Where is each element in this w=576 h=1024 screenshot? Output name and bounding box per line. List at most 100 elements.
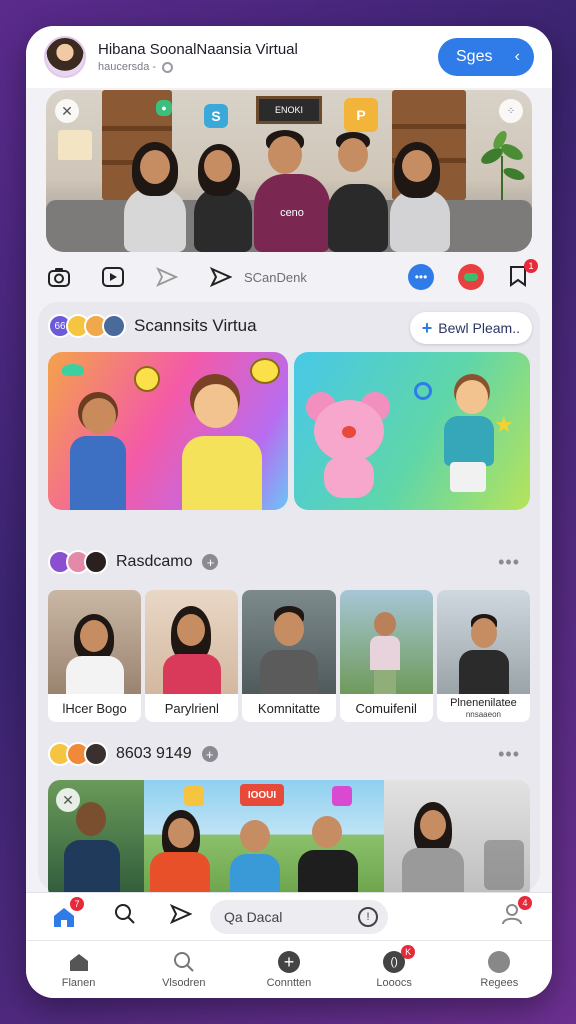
profile-avatar[interactable] [44, 36, 86, 78]
app-icon-p: P [344, 98, 378, 132]
close-icon[interactable]: ✕ [55, 99, 79, 123]
more-dots-icon[interactable]: ⁘ [499, 99, 523, 123]
person-card[interactable]: Parylrienl [145, 590, 239, 722]
face [470, 618, 497, 648]
boy-3-pants [450, 462, 486, 492]
bookmark-icon[interactable]: 1 [508, 259, 538, 289]
person-photo [242, 590, 336, 694]
home-button[interactable]: 7 [44, 896, 84, 935]
person-5 [390, 190, 450, 252]
person-card-label: Komnitatte [257, 700, 321, 716]
person-photo [145, 590, 239, 694]
photo-segment [384, 780, 530, 900]
cartoon-card-1[interactable] [48, 352, 288, 510]
content-section: 66 Scannsits Virtua + Bewl Pleam.. ★ Ras… [38, 302, 540, 900]
send-outline-icon[interactable] [154, 264, 180, 290]
header-text: Hibana SoonalNaansia Virtual haucersda - [98, 41, 438, 73]
app-icon-s: S [204, 104, 228, 128]
wall-frame: ENOKI [256, 96, 322, 124]
info-icon[interactable]: ! [358, 906, 378, 927]
person-1-head [140, 150, 170, 184]
hero-image-card[interactable]: ENOKI S P ● ceno ✕ ⁘ [46, 90, 532, 252]
face [168, 818, 194, 848]
star-icon: ★ [494, 412, 514, 437]
section1-title[interactable]: Scannsits Virtua [134, 316, 257, 336]
person-card[interactable]: Plnenenilatee nnsaaeon [436, 590, 531, 722]
sticker-icon [332, 786, 352, 806]
chat-badge: K [401, 944, 416, 959]
reaction-icon[interactable] [458, 264, 484, 290]
tab-label: Regees [480, 976, 519, 989]
boy-1-face [82, 398, 116, 434]
profile-badge: 4 [518, 896, 532, 910]
boy-3-body [444, 416, 494, 466]
add-circle-icon[interactable]: + [202, 554, 219, 570]
person-card[interactable]: Komnitatte [242, 590, 336, 722]
bird-icon [62, 364, 84, 376]
tab-home[interactable]: Flanen [34, 951, 124, 989]
cartoon-card-2[interactable]: ★ [294, 352, 530, 510]
user-avatar [84, 550, 108, 574]
tab-chats[interactable]: () K Looocs [349, 944, 439, 989]
search-placeholder: Qa Dacal [224, 908, 283, 925]
header-subtitle: haucersda - [98, 61, 438, 73]
section3-header: 8603 9149 + [48, 742, 218, 766]
close-icon[interactable]: ✕ [56, 788, 80, 812]
tab-create[interactable]: + Conntten [244, 950, 334, 989]
search-icon[interactable] [114, 903, 136, 930]
more-options-icon[interactable]: ••• [498, 744, 520, 765]
home-icon [68, 951, 90, 973]
add-circle-icon[interactable]: + [201, 746, 218, 762]
person-photo [436, 590, 531, 694]
search-icon [173, 951, 195, 973]
person-5-head [402, 150, 432, 182]
video-icon[interactable] [100, 264, 126, 290]
camera-icon[interactable] [46, 264, 72, 290]
sticker-icon [184, 786, 204, 806]
body [260, 650, 319, 694]
person-card-label: Plnenenilatee nnsaaeon [437, 694, 530, 722]
more-options-icon[interactable]: ••• [498, 552, 520, 573]
messenger-icon[interactable]: ••• [408, 264, 434, 290]
card-sublabel: nnsaaeon [465, 709, 501, 719]
plus-circle-icon: + [277, 950, 300, 973]
section1-header: 66 Scannsits Virtua [48, 314, 257, 338]
person-card-label: lHcer Bogo [62, 700, 127, 716]
person-2-head [204, 150, 232, 182]
tab-search[interactable]: Vlsodren [139, 951, 229, 989]
person-3: ceno [254, 174, 330, 252]
add-button[interactable]: + Bewl Pleam.. [409, 312, 532, 344]
section2-title[interactable]: Rasdcamo [116, 553, 192, 571]
page-title: Hibana SoonalNaansia Virtual [98, 41, 298, 58]
background-people [484, 840, 524, 890]
header-action-button[interactable]: Sges ‹ [438, 38, 534, 76]
home-badge: 7 [70, 896, 84, 911]
legs [373, 670, 396, 694]
person-photo [339, 590, 433, 694]
photo-segment: ✕ [48, 780, 144, 900]
send-icon[interactable] [169, 903, 193, 929]
profile-icon[interactable]: 4 [500, 896, 532, 931]
card-name: Plnenenilatee [450, 696, 517, 709]
plus-icon: + [421, 317, 433, 338]
bear-body [324, 456, 374, 498]
bookmark-badge: 1 [524, 259, 538, 273]
subtitle-text: haucersda - [98, 61, 157, 73]
person-card[interactable]: Comuifenil [339, 590, 433, 722]
shirt-text: ceno [280, 207, 304, 219]
person-card-label: Parylrienl [164, 700, 219, 716]
face [80, 620, 108, 652]
user-avatar [102, 314, 126, 338]
section3-title[interactable]: 8603 9149 [116, 745, 192, 763]
section2-header: Rasdcamo + [48, 550, 219, 574]
group-photo-strip[interactable]: ✕ IOOUI [48, 780, 530, 900]
search-input[interactable]: Qa Dacal ! [210, 899, 388, 934]
send-icon[interactable] [208, 264, 234, 290]
chat-bubble-icon [134, 366, 160, 392]
body [369, 636, 400, 670]
tab-profile[interactable]: Regees [454, 950, 544, 989]
boy-2-body [182, 436, 262, 510]
person-card[interactable]: lHcer Bogo [48, 590, 142, 722]
people-carousel: lHcer Bogo Parylrienl Komnitatte Comuife… [48, 590, 531, 722]
share-label[interactable]: SCanDenk [244, 270, 307, 285]
